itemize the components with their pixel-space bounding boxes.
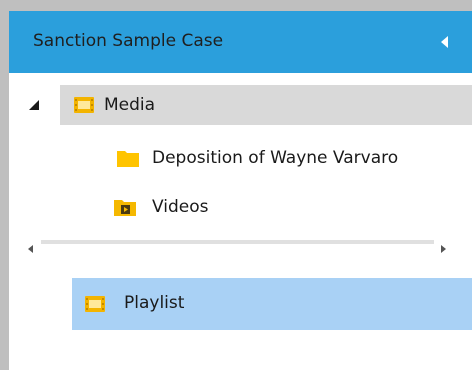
tree-item-label-deposition: Deposition of Wayne Varvaro: [152, 148, 399, 168]
expand-toggle-media[interactable]: [27, 97, 41, 111]
panel-title: Sanction Sample Case: [33, 31, 224, 51]
window-frame-left: [0, 0, 9, 370]
collapse-panel-button[interactable]: [436, 33, 454, 51]
window-frame-top: [0, 0, 472, 11]
tree-horizontal-scrollbar[interactable]: [23, 236, 451, 253]
triangle-expanded-icon: [29, 100, 39, 110]
scroll-left-arrow-icon[interactable]: [27, 238, 35, 253]
playlist-item[interactable]: Playlist: [72, 278, 472, 330]
panel-header: Sanction Sample Case: [9, 11, 472, 73]
video-folder-icon: [113, 197, 136, 217]
triangle-left-icon: [441, 36, 448, 48]
tree-item-label-videos: Videos: [152, 197, 209, 217]
playlist-label: Playlist: [124, 293, 185, 313]
case-panel: Sanction Sample Case Media Deposition of…: [9, 11, 472, 370]
scrollbar-track[interactable]: [41, 240, 434, 244]
film-icon: [84, 294, 106, 314]
tree-item-label-media: Media: [104, 95, 156, 115]
scroll-right-arrow-icon[interactable]: [439, 238, 447, 253]
film-folder-icon: [73, 95, 95, 115]
folder-icon: [116, 148, 139, 168]
